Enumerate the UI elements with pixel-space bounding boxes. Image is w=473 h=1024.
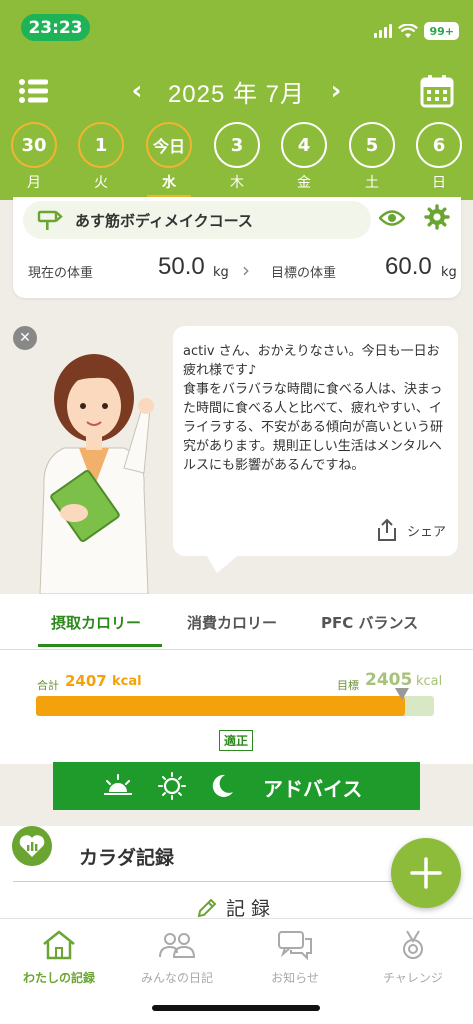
share-button[interactable]: シェア — [375, 518, 446, 542]
day-weekday: 水 — [162, 175, 176, 191]
advice-button[interactable]: アドバイス — [53, 762, 420, 810]
day-number: 4 — [281, 122, 327, 168]
moon-icon — [212, 774, 233, 797]
day-weekday: 火 — [94, 175, 108, 191]
medal-icon — [403, 930, 423, 959]
day-weekday: 木 — [230, 175, 244, 191]
tab-burned-calories[interactable]: 消費カロリー — [187, 612, 277, 633]
eye-icon[interactable] — [379, 207, 405, 229]
calorie-tabs: 摂取カロリー 消費カロリー PFC バランス — [0, 594, 473, 650]
divider — [13, 881, 393, 882]
chevron-right-icon: › — [242, 258, 250, 282]
tab-intake-calories[interactable]: 摂取カロリー — [51, 612, 141, 633]
weight-summary: 現在の体重 50.0 kg › 目標の体重 60.0 kg — [28, 251, 457, 287]
nav-label: お知らせ — [271, 971, 319, 985]
current-weight-value: 50.0 — [158, 253, 205, 280]
week-day-selector: 30 月 1 火 今日 水 3 木 4 金 5 土 6 日 — [0, 122, 473, 200]
day-today[interactable]: 今日 水 — [144, 122, 194, 192]
gear-icon[interactable] — [424, 204, 450, 230]
day-number: 1 — [78, 122, 124, 168]
current-weight-unit: kg — [213, 265, 229, 280]
wifi-icon — [398, 23, 419, 38]
goal-weight-unit: kg — [441, 265, 457, 280]
status-badge: 適正 — [219, 730, 253, 751]
current-weight-label: 現在の体重 — [28, 266, 94, 281]
people-icon — [159, 933, 196, 958]
course-selector[interactable]: あす筋ボディメイクコース — [23, 201, 371, 239]
status-icons: 99+ — [374, 22, 459, 40]
total-label: 合計 — [37, 679, 59, 692]
month-title: 2025 年 7月 — [167, 80, 306, 108]
goal-unit: kcal — [416, 674, 443, 689]
day-number: 5 — [349, 122, 395, 168]
next-month-button[interactable]: › — [323, 76, 349, 106]
goal-value: 2405 — [365, 670, 413, 690]
day-3[interactable]: 3 木 — [212, 122, 262, 192]
chat-bubbles-icon — [278, 931, 312, 961]
month-navigator: ‹ 2025 年 7月 › — [0, 72, 473, 110]
day-number: 6 — [416, 122, 462, 168]
day-1[interactable]: 1 火 — [76, 122, 126, 192]
day-number: 今日 — [146, 122, 192, 168]
add-button[interactable] — [391, 838, 461, 908]
sun-icon — [158, 772, 186, 800]
advice-message: activ さん、おかえりなさい。今日も一日お疲れ様です♪ 食事をバラバラな時間… — [183, 344, 444, 473]
day-30[interactable]: 30 月 — [9, 122, 59, 192]
tab-pfc-balance[interactable]: PFC バランス — [321, 612, 418, 633]
calendar-icon[interactable] — [420, 74, 454, 108]
goal-label: 目標 — [337, 679, 359, 692]
bubble-tail — [205, 553, 241, 573]
advice-button-label: アドバイス — [263, 777, 363, 801]
advisor-character-illustration — [39, 354, 154, 594]
course-card: あす筋ボディメイクコース 現在の体重 50.0 kg › 目標の体重 60.0 … — [13, 197, 461, 298]
course-name: あす筋ボディメイクコース — [75, 211, 253, 230]
cellular-signal-icon — [374, 24, 393, 38]
home-icon — [43, 930, 75, 960]
prev-month-button[interactable]: ‹ — [124, 76, 150, 106]
day-4[interactable]: 4 金 — [279, 122, 329, 192]
share-icon — [377, 518, 396, 541]
nav-notifications[interactable]: お知らせ — [236, 929, 354, 986]
nav-everyone-diary[interactable]: みんなの日記 — [118, 929, 236, 986]
pencil-icon — [197, 898, 217, 917]
body-record-title: カラダ記録 — [79, 847, 175, 869]
record-label: 記 録 — [226, 898, 271, 920]
day-6[interactable]: 6 日 — [414, 122, 464, 192]
day-weekday: 月 — [27, 175, 41, 191]
sunrise-icon — [104, 774, 132, 795]
goal-weight-label: 目標の体重 — [271, 266, 337, 281]
goal-weight-value: 60.0 — [385, 253, 432, 280]
heart-chart-icon — [12, 826, 52, 866]
nav-my-records[interactable]: わたしの記録 — [0, 929, 118, 986]
day-weekday: 土 — [365, 175, 379, 191]
home-indicator — [152, 1005, 320, 1011]
battery-indicator: 99+ — [424, 22, 459, 40]
status-time: 23:23 — [21, 14, 90, 41]
day-5[interactable]: 5 土 — [347, 122, 397, 192]
nav-label: チャレンジ — [383, 971, 443, 985]
calorie-progress-fill — [36, 696, 405, 716]
day-weekday: 日 — [432, 175, 446, 191]
day-number: 30 — [11, 122, 57, 168]
nav-challenge[interactable]: チャレンジ — [354, 929, 472, 986]
calorie-panel: 摂取カロリー 消費カロリー PFC バランス 合計 2407 kcal 目標 2… — [0, 594, 473, 764]
day-number: 3 — [214, 122, 260, 168]
active-tab-indicator — [38, 644, 162, 647]
advice-bubble: activ さん、おかえりなさい。今日も一日お疲れ様です♪ 食事をバラバラな時間… — [173, 326, 458, 556]
calorie-progress-bar — [36, 696, 434, 716]
share-label: シェア — [406, 524, 446, 540]
nav-label: わたしの記録 — [22, 971, 95, 985]
goal-marker — [395, 688, 410, 700]
nav-label: みんなの日記 — [140, 971, 213, 985]
total-value: 2407 — [65, 672, 107, 690]
signpost-icon — [37, 210, 63, 230]
day-weekday: 金 — [297, 175, 311, 191]
plus-icon — [410, 857, 442, 889]
record-button[interactable]: 記 録 — [196, 894, 270, 921]
total-unit: kcal — [112, 674, 142, 689]
header-bar: 23:23 99+ ‹ 2025 年 7月 › 30 月 1 火 今日 水 3 … — [0, 0, 473, 200]
